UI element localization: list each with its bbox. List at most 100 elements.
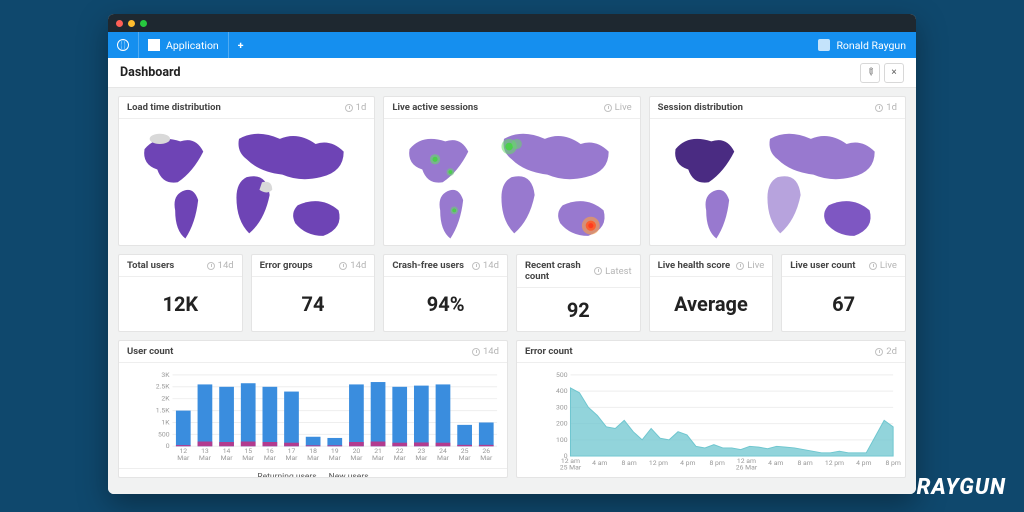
clock-icon (594, 267, 602, 275)
svg-text:Mar: Mar (459, 454, 472, 462)
kpi-card[interactable]: Live health scoreLiveAverage (649, 254, 774, 332)
kpi-card[interactable]: Error groups14d74 (251, 254, 376, 332)
nav-application-button[interactable]: Application (139, 32, 229, 58)
svg-text:Mar: Mar (199, 454, 212, 462)
kpi-card[interactable]: Live user countLive67 (781, 254, 906, 332)
window-minimize-dot[interactable] (128, 20, 135, 27)
clock-icon (869, 262, 877, 270)
clock-icon (875, 104, 883, 112)
svg-text:25 Mar: 25 Mar (560, 464, 582, 472)
kpi-title: Crash-free users (392, 260, 464, 271)
card-title: Load time distribution (127, 102, 221, 113)
svg-text:4 pm: 4 pm (856, 459, 871, 467)
close-icon: × (891, 67, 896, 78)
user-menu[interactable]: Ronald Raygun (808, 39, 916, 52)
close-panel-button[interactable]: × (884, 63, 904, 83)
app-nav-bar: Application + Ronald Raygun (108, 32, 916, 58)
clock-icon (207, 262, 215, 270)
svg-text:Mar: Mar (415, 454, 428, 462)
card-title: Error count (525, 346, 573, 357)
clock-icon (875, 348, 883, 356)
svg-text:26 Mar: 26 Mar (736, 464, 758, 472)
svg-text:1.5K: 1.5K (156, 407, 170, 415)
svg-text:500: 500 (556, 371, 568, 379)
svg-text:Mar: Mar (480, 454, 493, 462)
kpi-value: 12K (119, 277, 242, 331)
svg-text:2.5K: 2.5K (156, 383, 170, 391)
svg-text:3K: 3K (161, 371, 170, 379)
page-header: Dashboard ✎ × (108, 58, 916, 88)
kpi-card[interactable]: Crash-free users14d94% (383, 254, 508, 332)
grid-icon (148, 39, 160, 51)
svg-text:8 am: 8 am (622, 459, 637, 467)
card-title: Session distribution (658, 102, 743, 113)
card-title: Live active sessions (392, 102, 478, 113)
kpi-title: Live user count (790, 260, 855, 271)
svg-text:200: 200 (556, 420, 568, 428)
card-title: User count (127, 346, 173, 357)
svg-text:12 pm: 12 pm (825, 459, 844, 467)
kpi-title: Recent crash count (525, 260, 594, 282)
svg-text:8 pm: 8 pm (885, 459, 900, 467)
svg-text:500: 500 (158, 430, 170, 438)
raygun-logo: RAYGUN (917, 475, 1006, 500)
kpi-value: 92 (517, 288, 640, 331)
app-window: Application + Ronald Raygun Dashboard ✎ … (108, 14, 916, 494)
kpi-title: Total users (127, 260, 174, 271)
svg-text:Mar: Mar (329, 454, 342, 462)
kpi-card[interactable]: Recent crash countLatest92 (516, 254, 641, 332)
avatar-icon (818, 39, 830, 51)
card-load-time-distribution[interactable]: Load time distribution 1d (118, 96, 375, 246)
svg-text:4 am: 4 am (768, 459, 783, 467)
svg-text:Mar: Mar (437, 454, 450, 462)
svg-text:Mar: Mar (285, 454, 298, 462)
svg-text:8 am: 8 am (798, 459, 813, 467)
clock-icon (736, 262, 744, 270)
page-title: Dashboard (120, 65, 181, 80)
card-user-count[interactable]: User count 14d 05001K1.5K2K2.5K3K12Mar13… (118, 340, 508, 478)
svg-text:300: 300 (556, 403, 568, 411)
world-map (384, 119, 639, 246)
svg-text:Mar: Mar (242, 454, 255, 462)
svg-text:400: 400 (556, 387, 568, 395)
window-zoom-dot[interactable] (140, 20, 147, 27)
dashboard-canvas: Load time distribution 1d (108, 88, 916, 494)
kpi-value: Average (650, 277, 773, 331)
pin-button[interactable]: ✎ (860, 63, 880, 83)
svg-text:4 am: 4 am (592, 459, 607, 467)
kpi-value: 74 (252, 277, 375, 331)
svg-text:Mar: Mar (264, 454, 277, 462)
bar-chart: 05001K1.5K2K2.5K3K12Mar13Mar14Mar15Mar16… (119, 363, 507, 468)
kpi-title: Live health score (658, 260, 731, 271)
card-session-distribution[interactable]: Session distribution 1d (649, 96, 906, 246)
area-chart: 010020030040050012 am25 Mar4 am8 am12 pm… (517, 363, 905, 478)
svg-text:4 pm: 4 pm (680, 459, 695, 467)
clock-icon (604, 104, 612, 112)
kpi-value: 67 (782, 277, 905, 331)
svg-text:8 pm: 8 pm (709, 459, 724, 467)
svg-text:Mar: Mar (350, 454, 363, 462)
svg-text:0: 0 (166, 442, 170, 450)
clock-icon (472, 262, 480, 270)
nav-add-button[interactable]: + (229, 32, 253, 58)
nav-globe-button[interactable] (108, 32, 139, 58)
svg-text:Mar: Mar (307, 454, 320, 462)
card-live-active-sessions[interactable]: Live active sessions Live (383, 96, 640, 246)
window-close-dot[interactable] (116, 20, 123, 27)
window-titlebar (108, 14, 916, 32)
svg-text:12 pm: 12 pm (649, 459, 668, 467)
svg-text:100: 100 (556, 436, 568, 444)
nav-application-label: Application (166, 39, 219, 52)
clock-icon (339, 262, 347, 270)
kpi-title: Error groups (260, 260, 313, 271)
username: Ronald Raygun (836, 39, 906, 52)
kpi-value: 94% (384, 277, 507, 331)
svg-text:Mar: Mar (221, 454, 234, 462)
kpi-card[interactable]: Total users14d12K (118, 254, 243, 332)
world-map (650, 119, 905, 246)
clock-icon (345, 104, 353, 112)
svg-text:Mar: Mar (372, 454, 385, 462)
svg-text:Mar: Mar (394, 454, 407, 462)
card-error-count[interactable]: Error count 2d 010020030040050012 am25 M… (516, 340, 906, 478)
clock-icon (472, 348, 480, 356)
